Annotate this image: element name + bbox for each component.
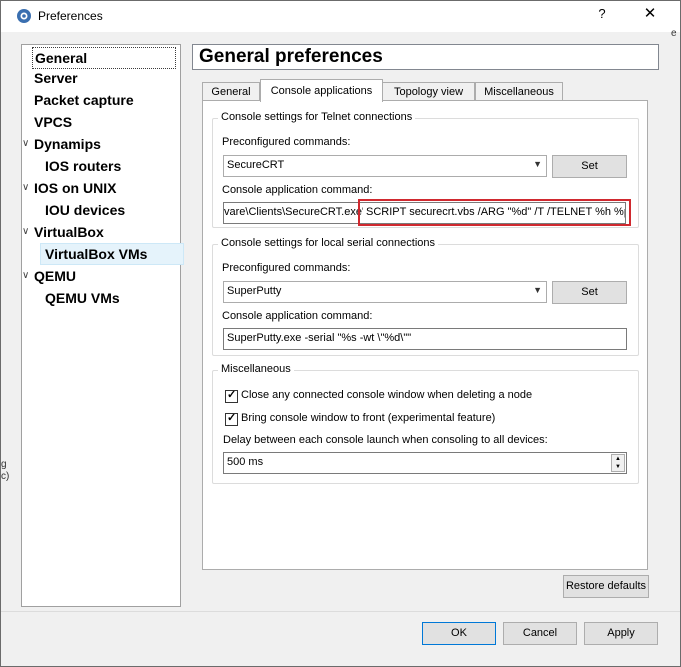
nav-item-label: QEMU <box>34 268 76 284</box>
miscellaneous-group: Miscellaneous ✓ Close any connected cons… <box>212 363 639 484</box>
serial-preconfigured-label: Preconfigured commands: <box>222 262 351 274</box>
telnet-preconfigured-select[interactable]: SecureCRT ▼ <box>223 155 547 177</box>
spin-down-icon[interactable]: ▼ <box>612 463 624 471</box>
footer-divider <box>1 611 680 612</box>
nav-item-qemu[interactable]: QEMU <box>34 266 76 286</box>
combo-value: SuperPutty <box>227 285 282 297</box>
nav-item-label: IOS on UNIX <box>34 180 117 196</box>
group-title: Console settings for Telnet connections <box>218 111 416 123</box>
nav-item-general[interactable]: General <box>32 47 176 69</box>
spin-up-icon[interactable]: ▲ <box>612 455 624 463</box>
telnet-settings-group: Console settings for Telnet connections … <box>212 111 639 228</box>
tab-label: General <box>211 86 251 98</box>
nav-item-server[interactable]: Server <box>34 68 78 88</box>
gns3-app-icon <box>17 9 31 23</box>
nav-item-label: VirtualBox VMs <box>45 246 148 262</box>
tab-label: Miscellaneous <box>484 86 554 98</box>
combo-value: SecureCRT <box>227 159 285 171</box>
cancel-button[interactable]: Cancel <box>503 622 577 645</box>
serial-command-input[interactable]: SuperPutty.exe -serial "%s -wt \"%d\"" <box>223 328 627 350</box>
button-label: OK <box>451 627 467 639</box>
nav-item-vpcs[interactable]: VPCS <box>34 112 72 132</box>
page-header: General preferences <box>192 44 659 70</box>
nav-item-label: VPCS <box>34 114 73 130</box>
button-label: Set <box>581 286 598 298</box>
nav-item-label: QEMU VMs <box>45 290 120 306</box>
background-window-edge-left-2: c) <box>1 471 10 482</box>
button-label: Apply <box>607 627 635 639</box>
apply-button[interactable]: Apply <box>584 622 658 645</box>
serial-command-label: Console application command: <box>222 310 373 322</box>
bring-to-front-checkbox[interactable]: ✓ <box>225 412 238 426</box>
nav-item-ios-on-unix[interactable]: IOS on UNIX <box>34 178 116 198</box>
field-value: SuperPutty.exe -serial "%s -wt \"%d\"" <box>227 332 412 344</box>
nav-item-packet-capture[interactable]: Packet capture <box>34 90 134 110</box>
check-icon: ✓ <box>227 389 237 401</box>
nav-item-label: VirtualBox <box>34 224 104 240</box>
nav-item-label: IOU devices <box>45 202 126 218</box>
chevron-down-icon: ▼ <box>533 285 542 295</box>
help-button[interactable]: ? <box>589 4 615 24</box>
close-console-checkbox[interactable]: ✓ <box>225 389 238 403</box>
field-value: vare\Clients\SecureCRT.exe" <box>224 206 364 218</box>
expand-arrow-icon[interactable]: ∨ <box>22 226 29 237</box>
highlight-annotation <box>358 199 631 226</box>
group-title: Miscellaneous <box>218 363 294 375</box>
chevron-down-icon: ▼ <box>533 159 542 169</box>
button-label: Restore defaults <box>565 580 647 592</box>
tab-general[interactable]: General <box>202 82 260 101</box>
expand-arrow-icon[interactable]: ∨ <box>22 270 29 281</box>
field-value: 500 ms <box>227 456 264 468</box>
tab-label: Console applications <box>270 85 373 97</box>
expand-arrow-icon[interactable]: ∨ <box>22 138 29 149</box>
window-title: Preferences <box>38 9 103 23</box>
console-applications-panel: Console settings for Telnet connections … <box>202 100 648 570</box>
restore-defaults-button[interactable]: Restore defaults <box>563 575 649 598</box>
nav-item-virtualbox[interactable]: VirtualBox <box>34 222 104 242</box>
nav-item-label: IOS routers <box>45 158 122 174</box>
delay-spinbox[interactable]: 500 ms ▲ ▼ <box>223 452 627 474</box>
check-icon: ✓ <box>227 412 237 424</box>
nav-item-iou-devices[interactable]: IOU devices <box>45 200 125 220</box>
ok-button[interactable]: OK <box>422 622 496 645</box>
telnet-command-input-left[interactable]: vare\Clients\SecureCRT.exe" <box>223 202 364 224</box>
nav-item-virtualbox-vms[interactable]: VirtualBox VMs <box>40 243 184 265</box>
background-window-edge-right: e <box>671 28 677 39</box>
page-title: General preferences <box>199 46 383 67</box>
tab-miscellaneous[interactable]: Miscellaneous <box>475 82 563 101</box>
delay-label: Delay between each console launch when c… <box>223 434 548 446</box>
nav-item-ios-routers[interactable]: IOS routers <box>45 156 121 176</box>
background-window-edge-left-1: g <box>1 459 7 470</box>
serial-settings-group: Console settings for local serial connec… <box>212 237 639 356</box>
telnet-set-button[interactable]: Set <box>552 155 627 178</box>
title-bar: Preferences ? ✕ <box>1 1 680 32</box>
spin-buttons[interactable]: ▲ ▼ <box>611 454 625 472</box>
serial-set-button[interactable]: Set <box>552 281 627 304</box>
tab-label: Topology view <box>393 86 464 98</box>
button-label: Set <box>581 160 598 172</box>
preferences-window: Preferences ? ✕ e g c) General Server Pa… <box>0 0 681 667</box>
preferences-nav-list[interactable]: General Server Packet capture VPCS ∨ Dyn… <box>21 44 184 607</box>
expand-arrow-icon[interactable]: ∨ <box>22 182 29 193</box>
button-label: Cancel <box>522 627 558 639</box>
nav-item-dynamips[interactable]: Dynamips <box>34 134 101 154</box>
serial-preconfigured-select[interactable]: SuperPutty ▼ <box>223 281 547 303</box>
tab-topology-view[interactable]: Topology view <box>382 82 475 101</box>
close-console-label[interactable]: Close any connected console window when … <box>241 389 532 401</box>
tab-console-applications[interactable]: Console applications <box>260 79 383 102</box>
nav-item-label: Server <box>34 70 78 86</box>
nav-item-qemu-vms[interactable]: QEMU VMs <box>45 288 120 308</box>
nav-item-label: Dynamips <box>34 136 101 152</box>
nav-item-label: General <box>35 50 88 66</box>
telnet-preconfigured-label: Preconfigured commands: <box>222 136 351 148</box>
telnet-command-label: Console application command: <box>222 184 373 196</box>
nav-item-label: Packet capture <box>34 92 134 108</box>
close-button[interactable]: ✕ <box>633 4 667 24</box>
group-title: Console settings for local serial connec… <box>218 237 439 249</box>
bring-to-front-label[interactable]: Bring console window to front (experimen… <box>241 412 495 424</box>
